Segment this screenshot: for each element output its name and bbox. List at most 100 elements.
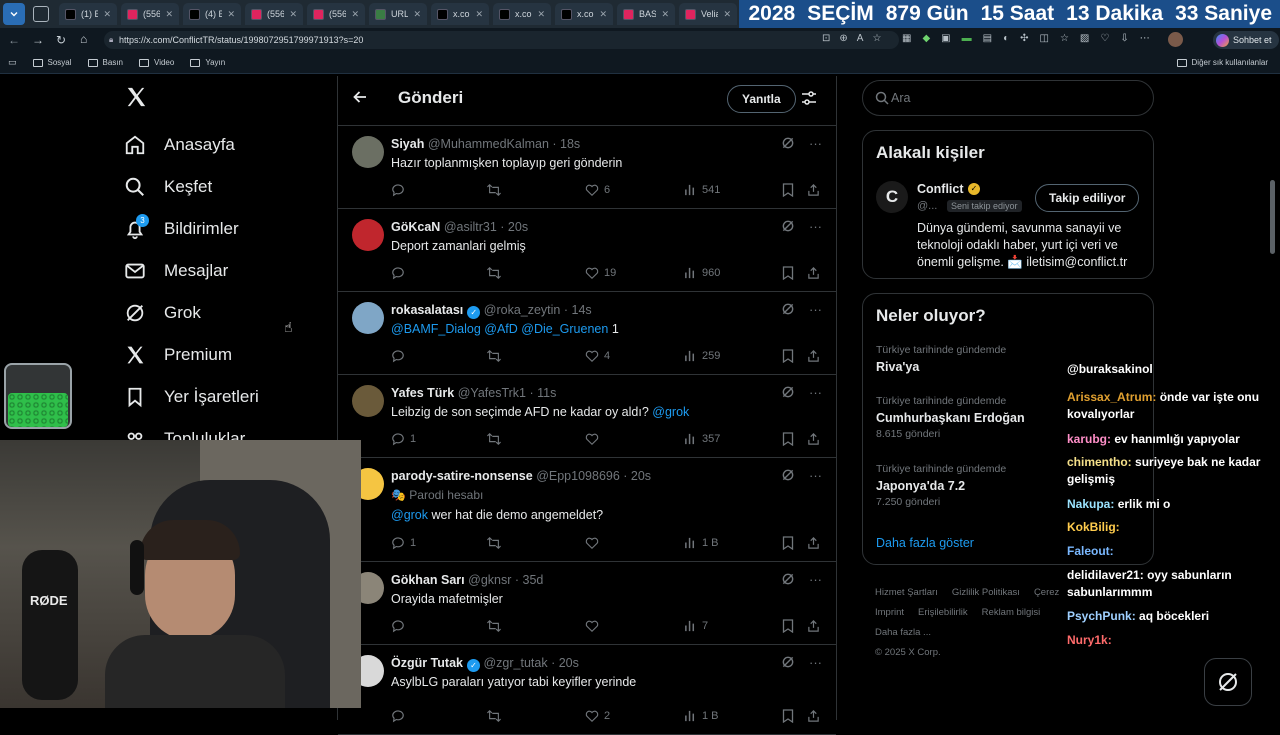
extension-3-icon[interactable]: ▣ [941, 33, 950, 44]
tweet[interactable]: Siyah @MuhammedKalman · 18s···Hazır topl… [338, 126, 836, 209]
tweet-time[interactable]: 11s [537, 386, 556, 400]
nav-item-mesajlar[interactable]: Mesajlar [124, 260, 228, 282]
views-action[interactable]: 357 [684, 432, 720, 445]
author-name[interactable]: GöKcaN [391, 220, 440, 234]
reply-action[interactable] [391, 349, 410, 363]
more-menu-icon[interactable]: ⋯ [1140, 33, 1150, 44]
screenshot-icon[interactable]: ⊡ [822, 33, 830, 44]
nav-item-grok[interactable]: Grok [124, 302, 201, 324]
retweet-action[interactable] [486, 619, 502, 633]
bookmark-icon[interactable] [782, 266, 794, 280]
views-action[interactable]: 259 [684, 349, 720, 362]
reading-list-icon[interactable]: ▭ [8, 57, 17, 68]
show-more-link[interactable]: Daha fazla göster [876, 536, 974, 550]
share-icon[interactable] [807, 266, 820, 280]
like-action[interactable]: 4 [585, 349, 610, 363]
nav-item-bildirimler[interactable]: 3Bildirimler [124, 218, 239, 240]
bookmark-folder[interactable]: Basın [88, 58, 123, 67]
grok-explain-icon[interactable] [781, 655, 795, 670]
more-options-icon[interactable]: ··· [809, 302, 822, 317]
mention-links[interactable]: @grok [391, 508, 428, 522]
browser-tab[interactable]: x.com/✕ [493, 3, 551, 25]
share-icon[interactable] [807, 536, 820, 550]
footer-link[interactable]: Çerez [1034, 583, 1059, 603]
tab-close-icon[interactable]: ✕ [289, 9, 297, 20]
tab-menu-button[interactable] [3, 3, 25, 25]
conflict-avatar[interactable]: C [876, 181, 908, 213]
avatar[interactable] [352, 136, 384, 168]
tweet[interactable]: GöKcaN @asiltr31 · 20s···Deport zamanlar… [338, 209, 836, 292]
avatar[interactable] [352, 385, 384, 417]
mention-links[interactable]: @BAMF_Dialog @AfD @Die_Gruenen [391, 322, 608, 336]
tweet[interactable]: Yafes Türk @YafesTrk1 · 11s···Leibzig de… [338, 375, 836, 458]
tweet-time[interactable]: 35d [523, 573, 544, 587]
share-icon[interactable] [807, 432, 820, 446]
tab-close-icon[interactable]: ✕ [351, 9, 359, 20]
back-arrow-icon[interactable] [352, 89, 368, 105]
browser-tab[interactable]: (556) S✕ [307, 3, 365, 25]
tweet[interactable]: Gökhan Sarı @gknsr · 35d···Orayida mafet… [338, 562, 836, 645]
bookmark-icon[interactable] [782, 619, 794, 633]
tab-close-icon[interactable]: ✕ [723, 9, 731, 20]
tab-close-icon[interactable]: ✕ [475, 9, 483, 20]
browser-tab[interactable]: Veliaht✕ [679, 3, 737, 25]
like-action[interactable]: 2 [585, 709, 610, 723]
browser-essentials-icon[interactable]: ♡ [1100, 33, 1109, 44]
author-name[interactable]: Özgür Tutak [391, 656, 463, 670]
collections-icon[interactable]: ▨ [1080, 33, 1089, 44]
browser-tab[interactable]: x.com/✕ [555, 3, 613, 25]
more-options-icon[interactable]: ··· [809, 219, 822, 234]
grok-explain-icon[interactable] [781, 468, 795, 483]
tweet-time[interactable]: 20s [631, 469, 651, 483]
footer-link[interactable]: Gizlilik Politikası [952, 583, 1020, 603]
refresh-icon[interactable]: ↻ [56, 33, 66, 47]
more-options-icon[interactable]: ··· [809, 468, 822, 483]
reply-action[interactable]: 1 [391, 432, 416, 446]
reply-action[interactable] [391, 709, 410, 723]
author-name[interactable]: parody-satire-nonsense [391, 469, 533, 483]
grok-explain-icon[interactable] [781, 385, 795, 400]
nav-item-premium[interactable]: Premium [124, 344, 232, 366]
reply-action[interactable] [391, 619, 410, 633]
author-name[interactable]: Yafes Türk [391, 386, 454, 400]
tweet-time[interactable]: 20s [508, 220, 528, 234]
grok-explain-icon[interactable] [781, 136, 795, 151]
grok-floating-button[interactable] [1204, 658, 1252, 706]
tweet-time[interactable]: 14s [572, 303, 592, 317]
views-action[interactable]: 1 B [684, 536, 719, 549]
extension-6-icon[interactable]: ◐ [1003, 33, 1009, 44]
retweet-action[interactable] [486, 349, 502, 363]
nav-item-keşfet[interactable]: Keşfet [124, 176, 212, 198]
bookmark-icon[interactable] [782, 709, 794, 723]
forward-icon[interactable]: → [32, 33, 44, 47]
bookmark-icon[interactable] [782, 183, 794, 197]
tab-close-icon[interactable]: ✕ [661, 9, 669, 20]
share-icon[interactable] [807, 709, 820, 723]
scrollbar[interactable] [1270, 180, 1275, 254]
tweet-time[interactable]: 20s [559, 656, 579, 670]
more-options-icon[interactable]: ··· [809, 385, 822, 400]
more-options-icon[interactable]: ··· [809, 572, 822, 587]
settings-sliders-icon[interactable] [801, 91, 817, 105]
other-bookmarks[interactable]: Diğer sık kullanılanlar [1177, 58, 1268, 67]
tab-close-icon[interactable]: ✕ [227, 9, 235, 20]
url-input[interactable]: 🔒︎ https://x.com/ConflictTR/status/19980… [104, 31, 899, 49]
like-action[interactable] [585, 432, 604, 446]
bookmark-icon[interactable] [782, 349, 794, 363]
extension-5-icon[interactable]: ▤ [983, 33, 992, 44]
grok-explain-icon[interactable] [781, 219, 795, 234]
share-icon[interactable] [807, 183, 820, 197]
tab-close-icon[interactable]: ✕ [413, 9, 421, 20]
bookmark-icon[interactable] [782, 536, 794, 550]
share-icon[interactable] [807, 619, 820, 633]
views-action[interactable]: 7 [684, 619, 708, 632]
tweet[interactable]: Özgür Tutak✓ @zgr_tutak · 20s···AsylbLG … [338, 645, 836, 735]
author-name[interactable]: rokasalatası [391, 303, 463, 317]
footer-link[interactable]: Imprint [875, 603, 904, 623]
extension-1-icon[interactable]: ▦ [902, 33, 911, 44]
zoom-icon[interactable]: ⊕ [839, 33, 847, 44]
grok-explain-icon[interactable] [781, 572, 795, 587]
browser-tab[interactable]: (1) Eng✕ [59, 3, 117, 25]
avatar[interactable] [352, 302, 384, 334]
footer-link[interactable]: Reklam bilgisi [982, 603, 1041, 623]
